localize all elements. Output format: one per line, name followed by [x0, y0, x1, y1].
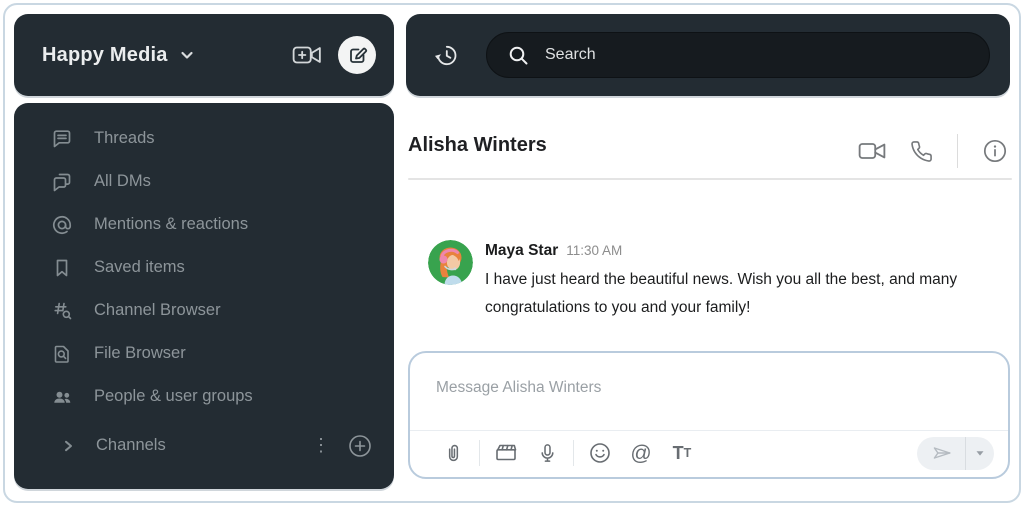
- file-browser-icon: [50, 343, 74, 365]
- send-options-button[interactable]: [966, 437, 994, 470]
- mention-button[interactable]: @: [624, 436, 658, 470]
- header-divider: [957, 134, 958, 168]
- video-call-icon: [858, 143, 886, 159]
- sidebar-item-label: File Browser: [94, 344, 186, 362]
- add-channel-button[interactable]: [348, 434, 372, 458]
- format-icon: T: [672, 443, 684, 463]
- record-video-button[interactable]: [489, 436, 523, 470]
- sidebar-item-label: Mentions & reactions: [94, 215, 249, 233]
- send-split-button: [917, 436, 994, 470]
- info-icon: [983, 139, 1007, 163]
- app-window: Happy Media Search Threads All DMs Menti…: [0, 0, 1024, 506]
- chevron-right-icon[interactable]: [56, 437, 80, 455]
- sidebar-item-channel-browser[interactable]: Channel Browser: [14, 289, 394, 332]
- message-text: I have just heard the beautiful news. Wi…: [485, 271, 958, 316]
- sidebar-item-label: People & user groups: [94, 387, 253, 405]
- send-icon: [933, 447, 951, 459]
- paperclip-icon: [448, 444, 458, 461]
- emoji-icon: [590, 443, 610, 463]
- sidebar-item-all-dms[interactable]: All DMs: [14, 160, 394, 203]
- chat-title: Alisha Winters: [408, 134, 547, 156]
- history-icon: [434, 45, 456, 65]
- message-body: Maya Star 11:30 AM I have just heard the…: [485, 240, 997, 322]
- send-button[interactable]: [917, 437, 965, 470]
- composer-toolbar: @ TT: [410, 429, 1008, 477]
- compose-button[interactable]: [338, 36, 376, 74]
- sidebar-item-label: Saved items: [94, 258, 185, 276]
- new-meeting-button[interactable]: [292, 43, 322, 67]
- sidebar-item-label: Threads: [94, 129, 155, 147]
- text-format-button[interactable]: TT: [665, 436, 699, 470]
- sidebar-item-saved[interactable]: Saved items: [14, 246, 394, 289]
- sidebar-item-mentions[interactable]: Mentions & reactions: [14, 203, 394, 246]
- channel-browser-icon: [50, 300, 74, 322]
- clapperboard-icon: [496, 444, 517, 461]
- message-author[interactable]: Maya Star: [485, 242, 558, 260]
- search-bar[interactable]: [486, 32, 990, 78]
- sidebar-item-threads[interactable]: Threads: [14, 117, 394, 160]
- at-icon: @: [630, 441, 652, 465]
- workspace-name[interactable]: Happy Media: [42, 44, 168, 67]
- video-plus-icon: [292, 46, 321, 64]
- sidebar-item-label: All DMs: [94, 172, 151, 190]
- message-composer[interactable]: @ TT: [408, 351, 1010, 479]
- sidebar-item-file-browser[interactable]: File Browser: [14, 332, 394, 375]
- composer-input[interactable]: [436, 379, 976, 397]
- all-dms-icon: [50, 171, 74, 193]
- people-icon: [50, 386, 74, 408]
- phone-icon: [911, 140, 932, 162]
- compose-icon: [349, 47, 367, 63]
- workspace-header: Happy Media: [14, 14, 394, 96]
- search-input[interactable]: [545, 46, 969, 64]
- emoji-button[interactable]: [583, 436, 617, 470]
- microphone-icon: [540, 443, 554, 462]
- chat-actions: [834, 130, 1008, 172]
- sidebar-item-label: Channels: [96, 436, 166, 454]
- chevron-down-icon[interactable]: [178, 46, 196, 64]
- sidebar-item-channels[interactable]: Channels ⋮: [14, 424, 394, 467]
- message: Maya Star 11:30 AM I have just heard the…: [428, 240, 997, 322]
- voice-call-button[interactable]: [910, 140, 933, 163]
- record-audio-button[interactable]: [530, 436, 564, 470]
- toolbar-divider: [479, 440, 480, 466]
- history-button[interactable]: [406, 42, 486, 69]
- sidebar-item-label: Channel Browser: [94, 301, 221, 319]
- channels-overflow-icon[interactable]: ⋮: [312, 435, 330, 456]
- info-button[interactable]: [982, 138, 1008, 164]
- toolbar-divider: [573, 440, 574, 466]
- threads-icon: [50, 128, 74, 150]
- video-call-button[interactable]: [858, 140, 886, 162]
- message-timestamp: 11:30 AM: [566, 243, 623, 258]
- chat-header-divider: [408, 178, 1012, 180]
- mentions-icon: [50, 214, 74, 236]
- search-icon: [509, 46, 528, 65]
- sidebar: Threads All DMs Mentions & reactions Sav…: [14, 103, 394, 489]
- bookmark-icon: [50, 257, 74, 279]
- search-header: [406, 14, 1010, 96]
- attach-file-button[interactable]: [436, 436, 470, 470]
- avatar[interactable]: [428, 240, 473, 285]
- sidebar-item-people[interactable]: People & user groups: [14, 375, 394, 418]
- plus-circle-icon: [349, 434, 371, 457]
- caret-down-icon: [976, 451, 984, 456]
